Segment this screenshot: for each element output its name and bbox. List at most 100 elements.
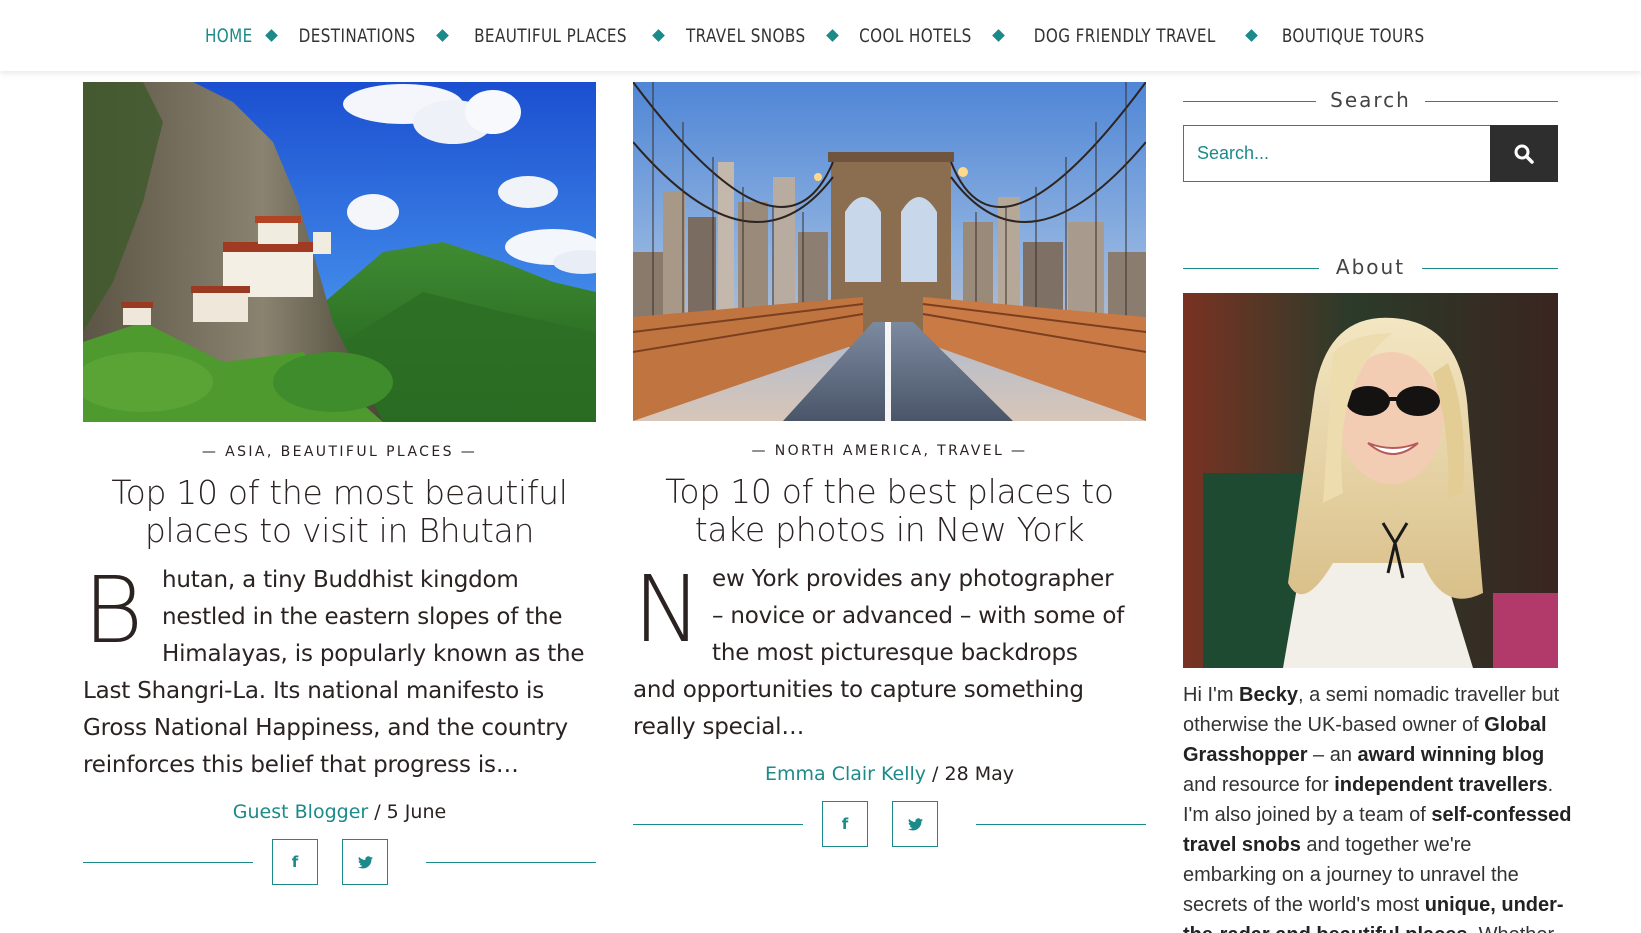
- excerpt-line: Gross National Happiness, and the countr…: [83, 715, 568, 741]
- diamond-separator-icon: [264, 29, 278, 42]
- nav-link-home[interactable]: HOME: [205, 25, 253, 47]
- brooklyn-bridge-photo: [633, 82, 1146, 421]
- nav-separator: [430, 29, 455, 42]
- post-image-bhutan[interactable]: [83, 82, 596, 422]
- about-highlight: independent travellers: [1334, 774, 1548, 796]
- share-facebook-button[interactable]: f: [272, 839, 318, 885]
- search-button[interactable]: [1490, 125, 1558, 182]
- divider: [83, 862, 253, 863]
- post-title-line: Top 10 of the best places to: [665, 472, 1114, 511]
- about-segment: otherwise the UK-based owner of: [1183, 714, 1485, 736]
- about-line: the-radar and beautiful places. Whether: [1183, 920, 1558, 933]
- about-highlight: travel snobs: [1183, 834, 1301, 856]
- twitter-icon: [357, 855, 373, 868]
- category-dash: —: [201, 444, 219, 460]
- nav-link-dog-friendly-travel[interactable]: DOG FRIENDLY TRAVEL: [1034, 25, 1216, 47]
- nav-item: COOL HOTELS: [845, 25, 986, 47]
- about-line: I'm also joined by a team of self-confes…: [1183, 800, 1571, 830]
- nav-link-boutique-tours[interactable]: BOUTIQUE TOURS: [1281, 25, 1424, 47]
- about-line: embarking on a journey to unravel the: [1183, 860, 1558, 890]
- post-title-line: places to visit in Bhutan: [144, 511, 535, 550]
- nav-link-beautiful-places[interactable]: BEAUTIFUL PLACES: [474, 25, 627, 47]
- sidebar: Search About: [1183, 82, 1571, 933]
- post-title-line: Top 10 of the most beautiful: [111, 473, 568, 512]
- twitter-icon: [907, 817, 923, 830]
- share-twitter-button[interactable]: [342, 839, 388, 885]
- excerpt-line: and opportunities to capture something: [633, 677, 1084, 703]
- post-date: / 28 May: [926, 763, 1014, 785]
- nav-item: BOUTIQUE TOURS: [1264, 25, 1442, 47]
- about-segment: and resource for: [1183, 774, 1335, 796]
- about-highlight: unique, under-: [1424, 894, 1564, 916]
- widget-heading: Search: [1318, 88, 1423, 112]
- category-dash: —: [751, 443, 768, 459]
- post-title-link[interactable]: Top 10 of the most beautiful places to v…: [83, 474, 596, 550]
- category-link-asia[interactable]: ASIA: [225, 444, 267, 460]
- author-link[interactable]: Guest Blogger: [233, 801, 368, 823]
- nav-link-cool-hotels[interactable]: COOL HOTELS: [859, 25, 972, 47]
- about-line: travel snobs and together we're: [1183, 830, 1558, 860]
- about-author-photo: [1183, 293, 1558, 668]
- bhutan-tigers-nest-photo: [83, 82, 596, 422]
- about-highlight: Grasshopper: [1183, 744, 1308, 766]
- author-link[interactable]: Emma Clair Kelly: [765, 763, 926, 785]
- about-highlight: Becky: [1239, 684, 1298, 706]
- about-segment: Hi I'm: [1183, 684, 1240, 706]
- about-segment: secrets of the world's most: [1183, 894, 1425, 916]
- about-line: and resource for independent travellers.: [1183, 770, 1558, 800]
- nav-item: DESTINATIONS: [284, 25, 430, 47]
- nav-link-travel-snobs[interactable]: TRAVEL SNOBS: [686, 25, 806, 47]
- post-categories: — ASIA, BEAUTIFUL PLACES —: [83, 444, 596, 464]
- about-line: otherwise the UK-based owner of Global: [1183, 710, 1558, 740]
- about-highlight: award winning blog: [1357, 744, 1545, 766]
- post-excerpt: N ew York provides any photographer – no…: [633, 561, 1146, 746]
- post-categories: — NORTH AMERICA, TRAVEL —: [633, 443, 1146, 463]
- category-link-travel[interactable]: TRAVEL: [937, 443, 1004, 459]
- share-facebook-button[interactable]: f: [822, 801, 868, 847]
- divider: [426, 862, 596, 863]
- nav-item: BEAUTIFUL PLACES: [455, 25, 646, 47]
- diamond-separator-icon: [992, 29, 1005, 42]
- divider: [1183, 268, 1319, 269]
- divider: [1425, 101, 1558, 102]
- drop-cap: N: [633, 556, 702, 663]
- excerpt-line: reinforces this belief that progress is…: [83, 752, 519, 778]
- nav-separator: [1239, 29, 1264, 42]
- share-row: f: [83, 839, 596, 885]
- about-segment: and together we're: [1300, 834, 1472, 856]
- search-input[interactable]: [1183, 125, 1490, 182]
- diamond-separator-icon: [826, 29, 840, 42]
- nav-separator: [820, 29, 845, 42]
- category-separator: ,: [923, 443, 938, 459]
- divider: [1183, 101, 1316, 102]
- about-line: Hi I'm Becky, a semi nomadic traveller b…: [1183, 680, 1560, 710]
- about-widget-title: About: [1183, 249, 1558, 285]
- diamond-separator-icon: [1244, 29, 1258, 42]
- post-image-new-york[interactable]: [633, 82, 1146, 421]
- category-separator: ,: [266, 444, 281, 460]
- share-twitter-button[interactable]: [892, 801, 938, 847]
- about-segment: I'm also joined by a team of: [1183, 804, 1432, 826]
- about-segment: , a semi nomadic traveller but: [1297, 684, 1560, 706]
- nav-link-destinations[interactable]: DESTINATIONS: [298, 25, 415, 47]
- nav-item: HOME: [199, 25, 259, 47]
- about-segment: embarking on a journey to unravel the: [1183, 864, 1519, 886]
- widget-heading: About: [1323, 255, 1418, 279]
- share-row: f: [633, 801, 1146, 847]
- post-title-line: take photos in New York: [694, 510, 1085, 549]
- about-highlight: self-confessed: [1431, 804, 1572, 826]
- category-link-beautiful-places[interactable]: BEAUTIFUL PLACES: [281, 444, 454, 460]
- nav-item: TRAVEL SNOBS: [671, 25, 820, 47]
- divider: [1422, 268, 1558, 269]
- author-portrait-icon: [1183, 293, 1558, 668]
- nav-item: DOG FRIENDLY TRAVEL: [1011, 25, 1239, 47]
- divider: [633, 824, 803, 825]
- post-title-link[interactable]: Top 10 of the best places to take photos…: [633, 473, 1146, 549]
- category-dash: —: [460, 444, 478, 460]
- nav-separator: [986, 29, 1011, 42]
- nav-list: HOME DESTINATIONS BEAUTIFUL PLACES TRAVEL S…: [199, 25, 1442, 47]
- category-link-north-america[interactable]: NORTH AMERICA: [775, 443, 924, 459]
- about-text: Hi I'm Becky, a semi nomadic traveller b…: [1183, 680, 1571, 933]
- search-form: [1183, 125, 1558, 182]
- drop-cap: B: [83, 557, 144, 664]
